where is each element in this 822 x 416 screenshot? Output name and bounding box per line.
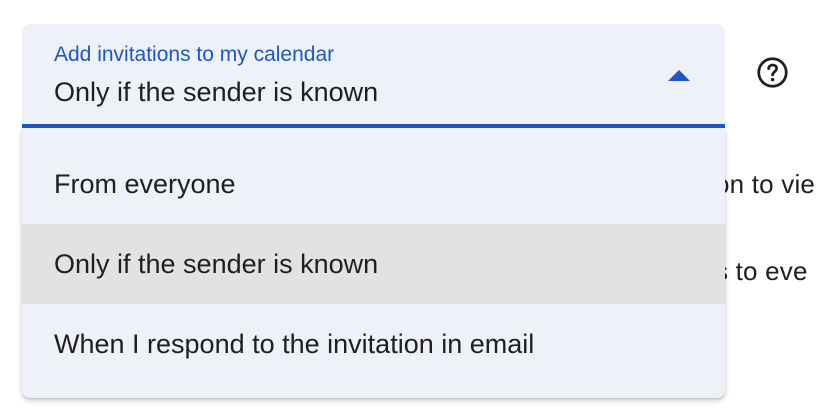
help-circle-icon[interactable] — [756, 56, 789, 89]
select-dropdown-menu: From everyone Only if the sender is know… — [22, 128, 725, 398]
background-setting-text: on to vie — [715, 169, 816, 199]
add-invitations-select[interactable]: Add invitations to my calendar Only if t… — [22, 24, 725, 128]
menu-option-sender-known[interactable]: Only if the sender is known — [22, 224, 725, 304]
arrow-drop-up-icon — [668, 70, 690, 81]
background-setting-text: s to eve — [715, 256, 808, 286]
select-label: Add invitations to my calendar — [54, 43, 335, 66]
settings-page: on to vie s to eve Add invitations to my… — [0, 0, 822, 416]
select-current-value: Only if the sender is known — [54, 77, 379, 107]
menu-option-from-everyone[interactable]: From everyone — [22, 144, 725, 224]
menu-option-respond-in-email[interactable]: When I respond to the invitation in emai… — [22, 304, 725, 384]
